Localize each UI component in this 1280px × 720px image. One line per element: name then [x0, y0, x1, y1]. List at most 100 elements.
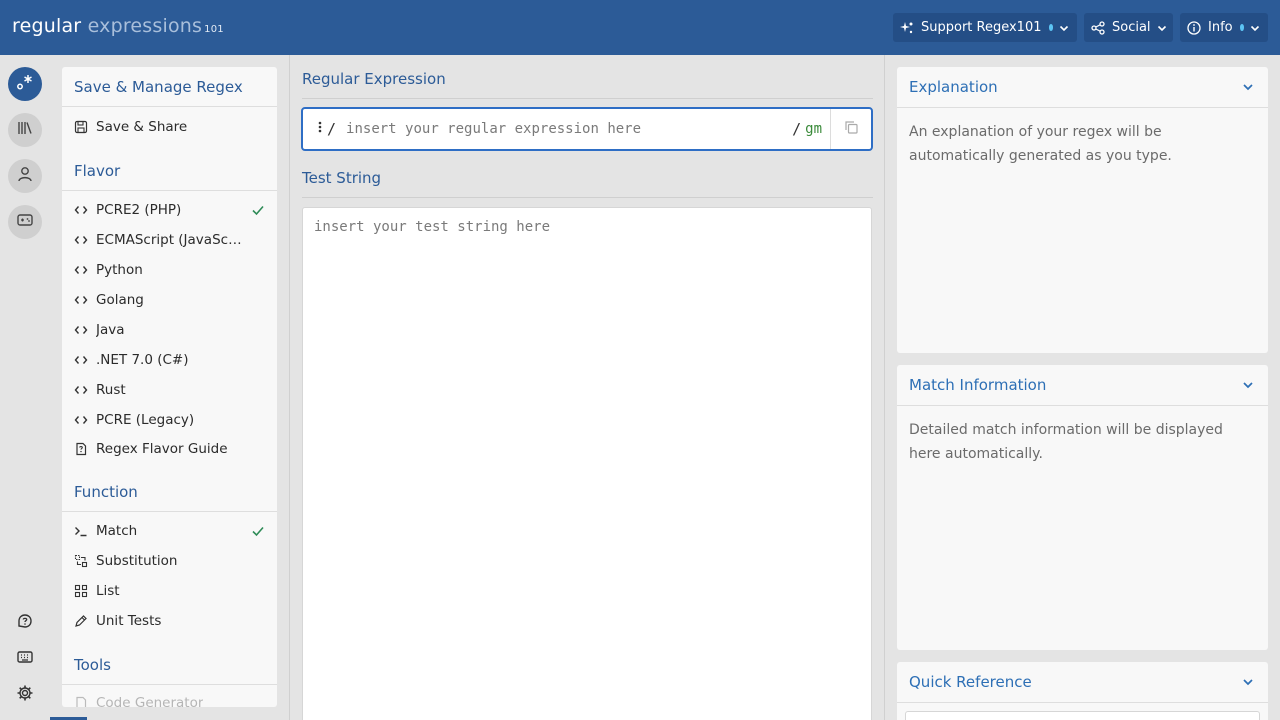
save-manage-heading: Save & Manage Regex — [62, 67, 277, 107]
checkmark-icon — [251, 524, 265, 538]
flavor-item[interactable]: Golang — [62, 285, 277, 315]
keyboard-icon — [16, 648, 34, 670]
flavor-label: ECMAScript (JavaScript) — [96, 232, 244, 248]
code-brackets-icon — [74, 383, 88, 397]
user-icon — [16, 165, 34, 187]
flavor-guide-item[interactable]: Regex Flavor Guide — [62, 434, 277, 464]
regex-options-menu[interactable] — [303, 109, 327, 149]
keyboard-shortcuts-nav[interactable] — [15, 649, 35, 669]
flavor-item[interactable]: ECMAScript (JavaScript) — [62, 225, 277, 255]
chevron-down-icon — [1157, 23, 1167, 33]
match-information-title: Match Information — [909, 376, 1047, 394]
social-label: Social — [1112, 20, 1151, 35]
copy-regex-button[interactable] — [830, 109, 871, 149]
function-item[interactable]: Match — [62, 516, 277, 546]
logo-text-regular: regular — [12, 15, 82, 37]
match-information-header[interactable]: Match Information — [897, 365, 1268, 406]
code-brackets-icon — [74, 263, 88, 277]
save-share-label: Save & Share — [96, 119, 188, 135]
quick-reference-title: Quick Reference — [909, 673, 1032, 691]
code-brackets-icon — [74, 203, 88, 217]
flavor-label: .NET 7.0 (C#) — [96, 352, 189, 368]
list-icon — [74, 584, 88, 598]
support-label: Support Regex101 — [921, 20, 1042, 35]
sparkle-icon — [900, 21, 914, 35]
guide-icon — [74, 442, 88, 456]
function-label: Substitution — [96, 553, 178, 569]
flavor-item[interactable]: Java — [62, 315, 277, 345]
library-nav[interactable] — [8, 113, 42, 147]
save-share-item[interactable]: Save & Share — [62, 112, 277, 142]
function-heading: Function — [62, 472, 277, 512]
regex-editor-nav[interactable] — [8, 67, 42, 101]
library-icon — [16, 119, 34, 141]
function-item[interactable]: List — [62, 576, 277, 606]
chevron-down-icon — [1242, 81, 1254, 93]
help-nav[interactable] — [15, 613, 35, 633]
flavor-item[interactable]: .NET 7.0 (C#) — [62, 345, 277, 375]
info-panels: Explanation An explanation of your regex… — [885, 55, 1280, 720]
sidebar-container: Save & Manage Regex Save & Share Flavor … — [50, 55, 290, 720]
quick-reference-header[interactable]: Quick Reference — [897, 662, 1268, 703]
settings-nav[interactable] — [15, 685, 35, 705]
info-button[interactable]: Info — [1180, 13, 1268, 42]
vertical-dots-icon — [317, 121, 323, 137]
flavor-item[interactable]: Python — [62, 255, 277, 285]
quiz-nav[interactable] — [8, 205, 42, 239]
sidebar: Save & Manage Regex Save & Share Flavor … — [62, 67, 277, 707]
chevron-down-icon — [1242, 379, 1254, 391]
function-label: List — [96, 583, 120, 599]
site-logo[interactable]: regular expressions 101 — [12, 15, 224, 37]
copy-icon — [844, 120, 859, 139]
test-string-input[interactable] — [314, 219, 860, 715]
flavor-label: PCRE2 (PHP) — [96, 202, 182, 218]
regex-editor: / / gm — [301, 107, 873, 151]
save-icon — [74, 120, 88, 134]
gear-icon — [16, 684, 34, 706]
regex-icon — [16, 73, 34, 95]
share-icon — [1091, 20, 1105, 35]
function-item[interactable]: Substitution — [62, 546, 277, 576]
regex-open-delimiter: / — [327, 120, 337, 138]
quick-reference-panel: Quick Reference — [897, 662, 1268, 720]
notification-dot — [1239, 24, 1244, 31]
chevron-down-icon — [1242, 676, 1254, 688]
account-nav[interactable] — [8, 159, 42, 193]
test-string-editor — [302, 207, 872, 720]
test-string-section-title: Test String — [302, 169, 382, 187]
regex-flags[interactable]: gm — [805, 121, 822, 137]
flavor-item[interactable]: PCRE2 (PHP) — [62, 195, 277, 225]
code-generator-item[interactable]: Code Generator — [62, 688, 277, 707]
flavor-label: Golang — [96, 292, 144, 308]
function-label: Unit Tests — [96, 613, 162, 629]
help-icon — [16, 612, 34, 634]
flavor-heading: Flavor — [62, 151, 277, 191]
quick-reference-search[interactable] — [905, 711, 1260, 720]
top-bar: regular expressions 101 Support Regex101 … — [0, 0, 1280, 55]
flavor-guide-label: Regex Flavor Guide — [96, 441, 228, 457]
regex-input[interactable] — [346, 121, 793, 137]
code-brackets-icon — [74, 353, 88, 367]
divider — [302, 98, 873, 99]
flavor-item[interactable]: PCRE (Legacy) — [62, 405, 277, 435]
match-information-panel: Match Information Detailed match informa… — [897, 365, 1268, 650]
editor-panel: Regular Expression / / gm Test String — [290, 55, 885, 720]
code-brackets-icon — [74, 233, 88, 247]
social-button[interactable]: Social — [1084, 13, 1173, 42]
function-item[interactable]: Unit Tests — [62, 606, 277, 636]
logo-text-expressions: expressions — [81, 15, 203, 37]
code-brackets-icon — [74, 323, 88, 337]
flavor-label: Python — [96, 262, 143, 278]
function-label: Match — [96, 523, 138, 539]
code-generator-label: Code Generator — [96, 695, 204, 707]
flavor-item[interactable]: Rust — [62, 375, 277, 405]
icon-rail — [0, 55, 50, 720]
info-label: Info — [1208, 20, 1233, 35]
explanation-header[interactable]: Explanation — [897, 67, 1268, 108]
regex-close-delimiter: / — [792, 120, 802, 138]
support-regex101-button[interactable]: Support Regex101 — [893, 13, 1077, 42]
flavor-label: PCRE (Legacy) — [96, 412, 195, 428]
notification-dot — [1048, 24, 1053, 31]
chevron-down-icon — [1250, 23, 1260, 33]
flavor-label: Java — [96, 322, 125, 338]
